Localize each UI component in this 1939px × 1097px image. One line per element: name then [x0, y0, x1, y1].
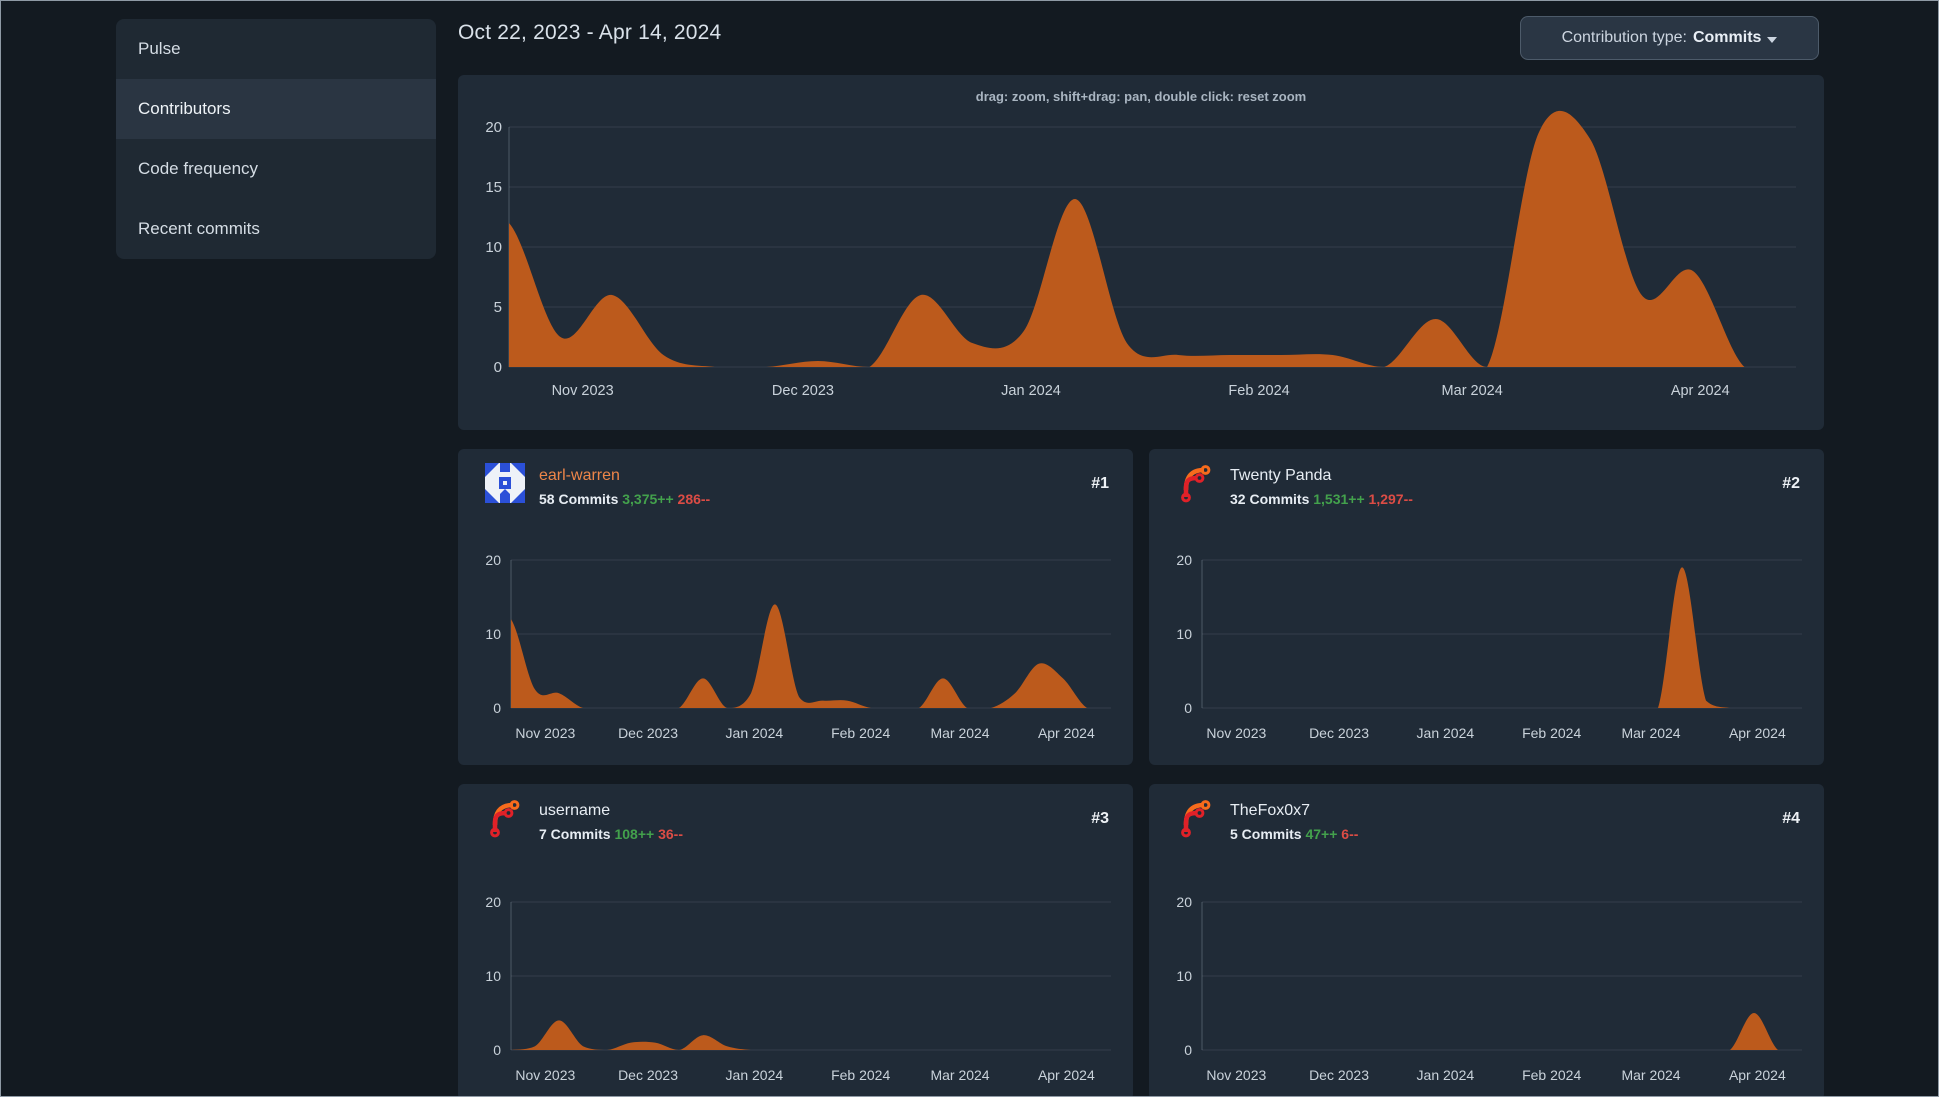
contribution-type-value: Commits [1692, 29, 1762, 46]
y-tick-label: 5 [494, 299, 502, 316]
x-tick-label: Dec 2023 [1309, 725, 1369, 741]
y-tick-label: 0 [493, 700, 501, 716]
y-tick-label: 0 [493, 1042, 501, 1058]
x-tick-label: Apr 2024 [1038, 725, 1095, 741]
y-tick-label: 10 [485, 968, 501, 984]
contributions-area-chart[interactable]: 0 5 10 15 20 Nov 2023 Dec 2023 Jan 2024 Feb 2024… [458, 75, 1824, 430]
x-tick-label: Jan 2024 [1001, 383, 1061, 399]
x-tick-label: Mar 2024 [930, 725, 989, 741]
x-tick-label: Nov 2023 [515, 1067, 575, 1083]
x-tick-label: Jan 2024 [726, 725, 784, 741]
y-tick-label: 20 [485, 552, 501, 568]
x-tick-label: Mar 2024 [1621, 725, 1680, 741]
contributor-card: TheFox0x7 5 Commits 47++ 6-- #4 0 10 20 Nov… [1149, 784, 1824, 1097]
x-tick-label: Feb 2024 [831, 725, 890, 741]
x-tick-label: Mar 2024 [1621, 1067, 1680, 1083]
overall-contributions-card: drag: zoom, shift+drag: pan, double clic… [458, 75, 1824, 430]
chevron-down-icon [1767, 36, 1778, 43]
date-range-heading: Oct 22, 2023 - Apr 14, 2024 [458, 21, 722, 44]
x-tick-label: Mar 2024 [1442, 383, 1503, 399]
y-tick-label: 0 [1184, 700, 1192, 716]
y-tick-label: 10 [485, 626, 501, 642]
sidebar-item-code-frequency[interactable]: Code frequency [116, 139, 436, 199]
x-tick-label: Mar 2024 [930, 1067, 989, 1083]
x-tick-label: Feb 2024 [1522, 725, 1581, 741]
contributor-area-chart[interactable]: 0 10 20 Nov 2023 Dec 2023 Jan 2024 Feb 2024 Mar… [1149, 784, 1824, 1097]
x-tick-label: Nov 2023 [515, 725, 575, 741]
y-tick-label: 0 [1184, 1042, 1192, 1058]
y-tick-label: 20 [1176, 552, 1192, 568]
x-tick-label: Dec 2023 [618, 725, 678, 741]
x-tick-label: Apr 2024 [1038, 1067, 1095, 1083]
y-tick-label: 15 [485, 179, 502, 196]
area-series [1202, 567, 1802, 708]
x-tick-label: Apr 2024 [1729, 1067, 1786, 1083]
area-series [509, 110, 1796, 367]
y-tick-label: 0 [494, 359, 502, 376]
contribution-type-dropdown[interactable]: Contribution type: Commits [1520, 16, 1819, 60]
x-tick-label: Nov 2023 [1206, 725, 1266, 741]
x-tick-label: Apr 2024 [1729, 725, 1786, 741]
contributor-area-chart[interactable]: 0 10 20 Nov 2023 Dec 2023 Jan 2024 Feb 2024 Mar… [1149, 449, 1824, 765]
x-tick-label: Feb 2024 [831, 1067, 890, 1083]
x-tick-label: Dec 2023 [772, 383, 834, 399]
x-tick-label: Apr 2024 [1671, 383, 1730, 399]
x-tick-label: Dec 2023 [1309, 1067, 1369, 1083]
area-series [511, 1020, 1111, 1050]
contributor-area-chart[interactable]: 0 10 20 Nov 2023 Dec 2023 Jan 2024 Feb 2024 Mar… [458, 784, 1133, 1097]
area-series [1202, 1013, 1802, 1050]
x-tick-label: Nov 2023 [1206, 1067, 1266, 1083]
sidebar-item-recent-commits[interactable]: Recent commits [116, 199, 436, 259]
x-tick-label: Dec 2023 [618, 1067, 678, 1083]
sidebar-item-pulse[interactable]: Pulse [116, 19, 436, 79]
x-tick-label: Jan 2024 [726, 1067, 784, 1083]
area-series [511, 604, 1111, 708]
y-tick-label: 10 [1176, 968, 1192, 984]
x-tick-label: Jan 2024 [1417, 1067, 1475, 1083]
contributor-card: Twenty Panda 32 Commits 1,531++ 1,297-- … [1149, 449, 1824, 765]
x-tick-label: Feb 2024 [1522, 1067, 1581, 1083]
contributor-area-chart[interactable]: 0 10 20 Nov 2023 Dec 2023 Jan 2024 Feb 2024 Mar… [458, 449, 1133, 765]
contributor-card: username 7 Commits 108++ 36-- #3 0 10 20 No… [458, 784, 1133, 1097]
contributors-page: Pulse Contributors Code frequency Recent… [0, 0, 1939, 1097]
x-tick-label: Nov 2023 [552, 383, 614, 399]
repo-activity-menu: Pulse Contributors Code frequency Recent… [116, 19, 436, 259]
y-tick-label: 20 [485, 119, 502, 136]
x-tick-label: Jan 2024 [1417, 725, 1475, 741]
y-tick-label: 20 [485, 894, 501, 910]
sidebar-item-contributors[interactable]: Contributors [116, 79, 436, 139]
y-tick-label: 10 [1176, 626, 1192, 642]
y-tick-label: 10 [485, 239, 502, 256]
contributor-card: earl-warren 58 Commits 3,375++ 286-- #1 … [458, 449, 1133, 765]
x-tick-label: Feb 2024 [1228, 383, 1289, 399]
y-tick-label: 20 [1176, 894, 1192, 910]
contribution-type-label: Contribution type: [1561, 29, 1687, 46]
